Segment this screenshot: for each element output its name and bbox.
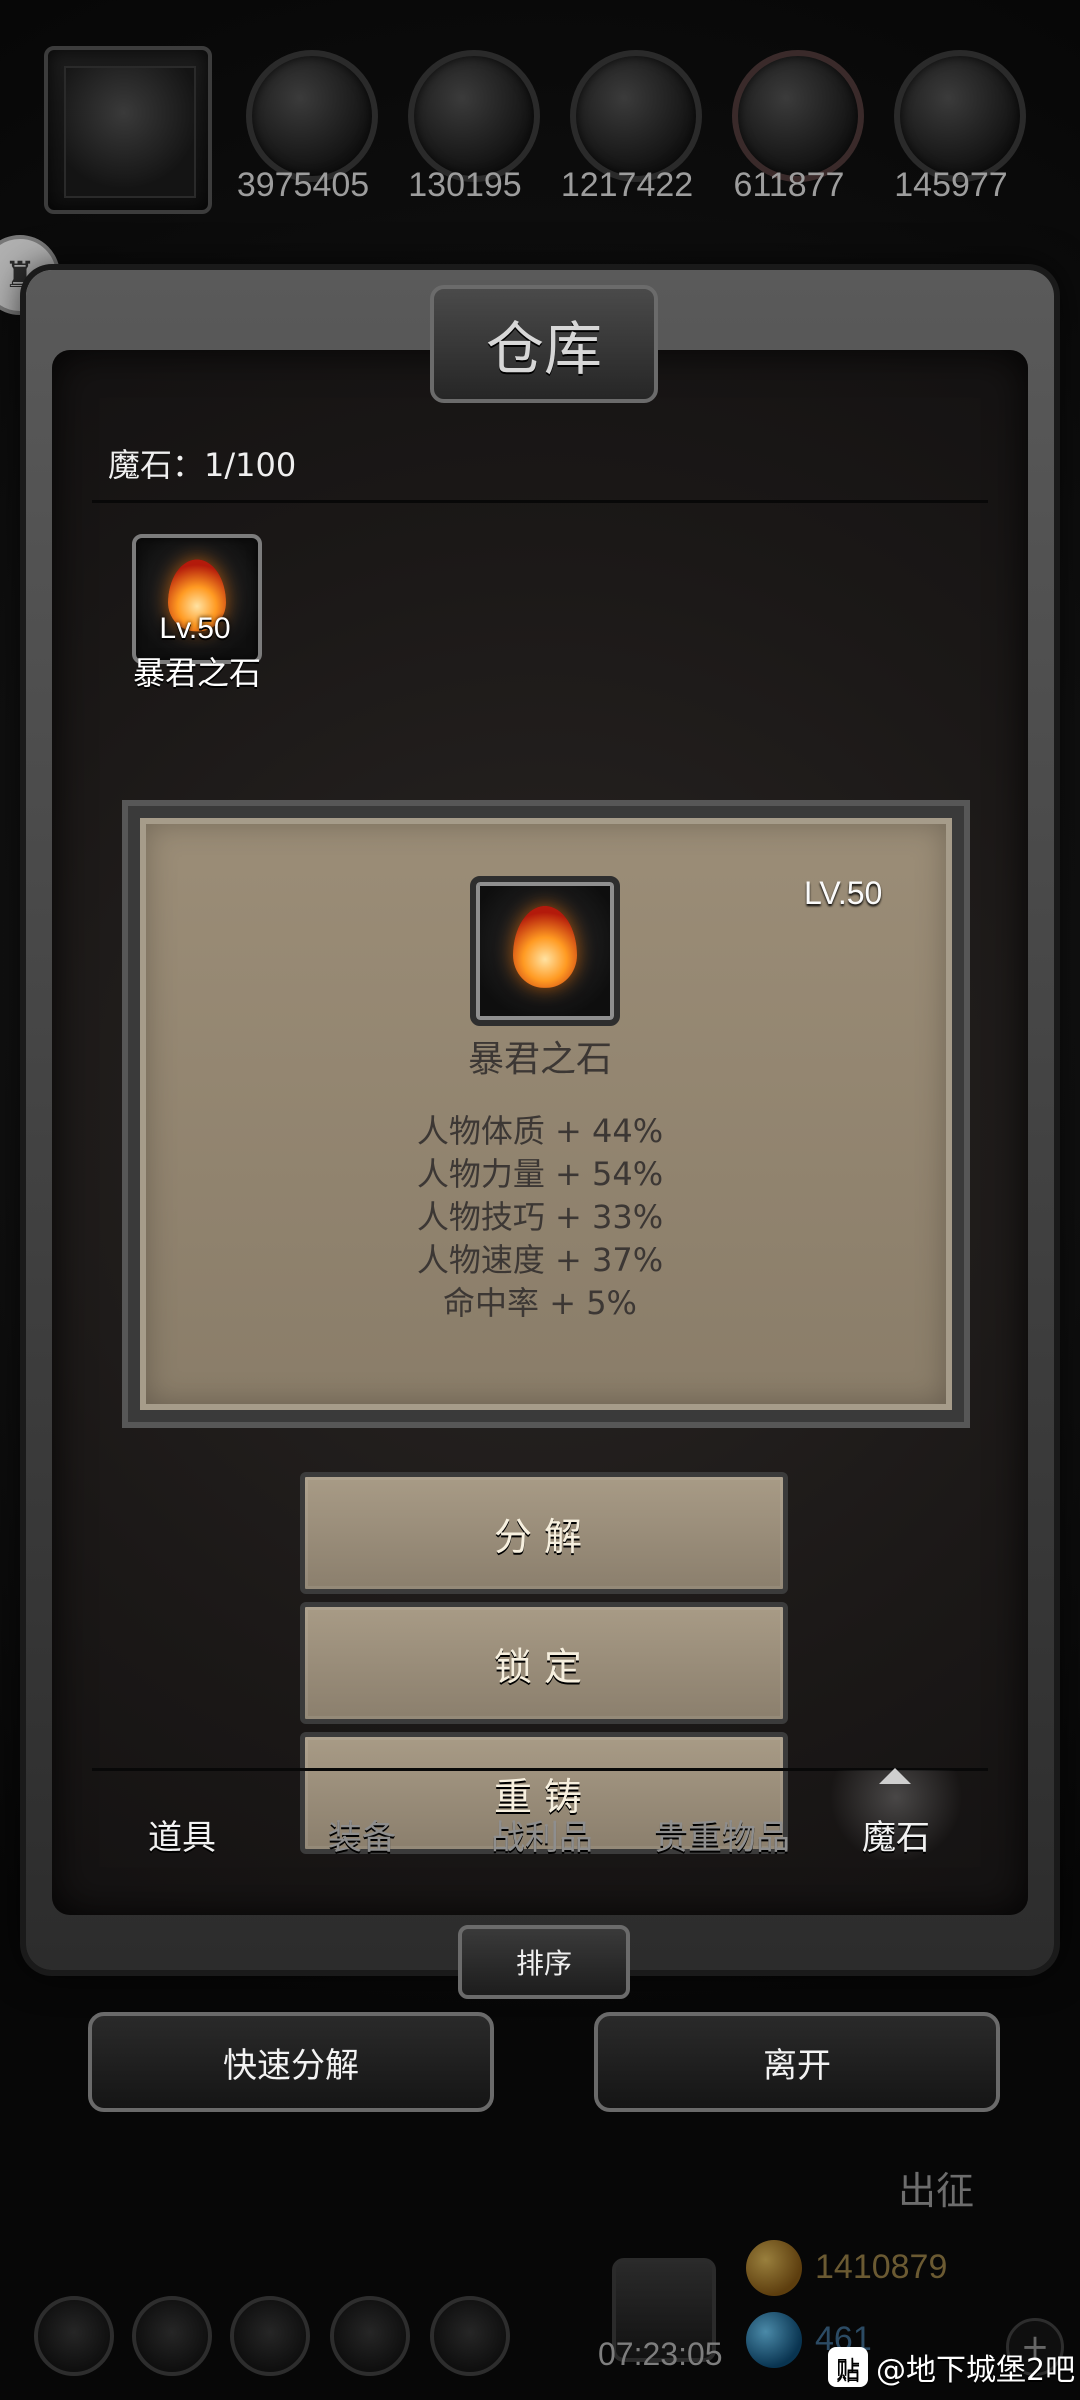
settings-icon[interactable] [34,2296,114,2376]
coin-icon [746,2240,802,2296]
wood-icon[interactable] [408,50,540,182]
game-screen: 3975405 130195 1217422 611877 145977 ♜ 仓… [0,0,1080,2400]
tab-valuables[interactable]: 贵重物品 [622,1810,822,1859]
mail-icon[interactable] [330,2296,410,2376]
stat-line: 人物力量 + 54% [416,1155,664,1193]
stat-line: 命中率 + 5% [443,1284,637,1322]
iron-icon[interactable] [570,50,702,182]
tab-items[interactable]: 道具 [82,1810,282,1859]
stat-line: 人物速度 + 37% [416,1241,664,1279]
gift-timer: 07:23:05 [598,2336,723,2372]
stone-icon[interactable] [894,50,1026,182]
watermark-text: @地下城堡2吧 [876,2353,1076,2388]
meat-icon[interactable] [246,50,378,182]
detail-level: LV.50 [804,875,883,911]
magic-stone-count: 魔石：1/100 [108,446,297,484]
crystal-icon[interactable] [732,50,864,182]
portrait-image [64,66,196,198]
quick-decompose-button[interactable]: 快速分解 [88,2012,494,2112]
tab-magic-stones[interactable]: 魔石 [796,1810,996,1859]
expedition-label[interactable]: 出征 [898,2160,974,2215]
lock-button[interactable]: 锁定 [300,1602,788,1724]
tab-loot[interactable]: 战利品 [442,1810,642,1859]
sort-button[interactable]: 排序 [458,1925,630,1999]
decompose-button[interactable]: 分解 [300,1472,788,1594]
resource-stone-value: 145977 [894,166,1008,204]
watermark-badge: 贴 [828,2347,868,2387]
map-icon[interactable] [230,2296,310,2376]
stat-line: 人物技巧 + 33% [416,1198,664,1236]
detail-item-icon [470,876,620,1026]
detail-name: 暴君之石 [467,1039,612,1080]
coin-value: 1410879 [815,2248,948,2286]
badge-icon[interactable] [132,2296,212,2376]
watermark: 贴 @地下城堡2吧 [828,2346,1075,2388]
stat-line: 人物体质 + 44% [416,1112,664,1150]
gem-icon [746,2312,802,2368]
storage-title: 仓库 [430,285,658,403]
active-tab-caret [879,1768,911,1784]
item-level: Lv.50 [159,612,231,645]
player-portrait[interactable] [44,46,212,214]
item-name: 暴君之石 [132,654,261,692]
tab-equipment[interactable]: 装备 [262,1810,462,1859]
leave-button[interactable]: 离开 [594,2012,1000,2112]
divider [92,500,988,503]
fire-stone-icon [513,905,577,988]
bag-icon[interactable] [430,2296,510,2376]
